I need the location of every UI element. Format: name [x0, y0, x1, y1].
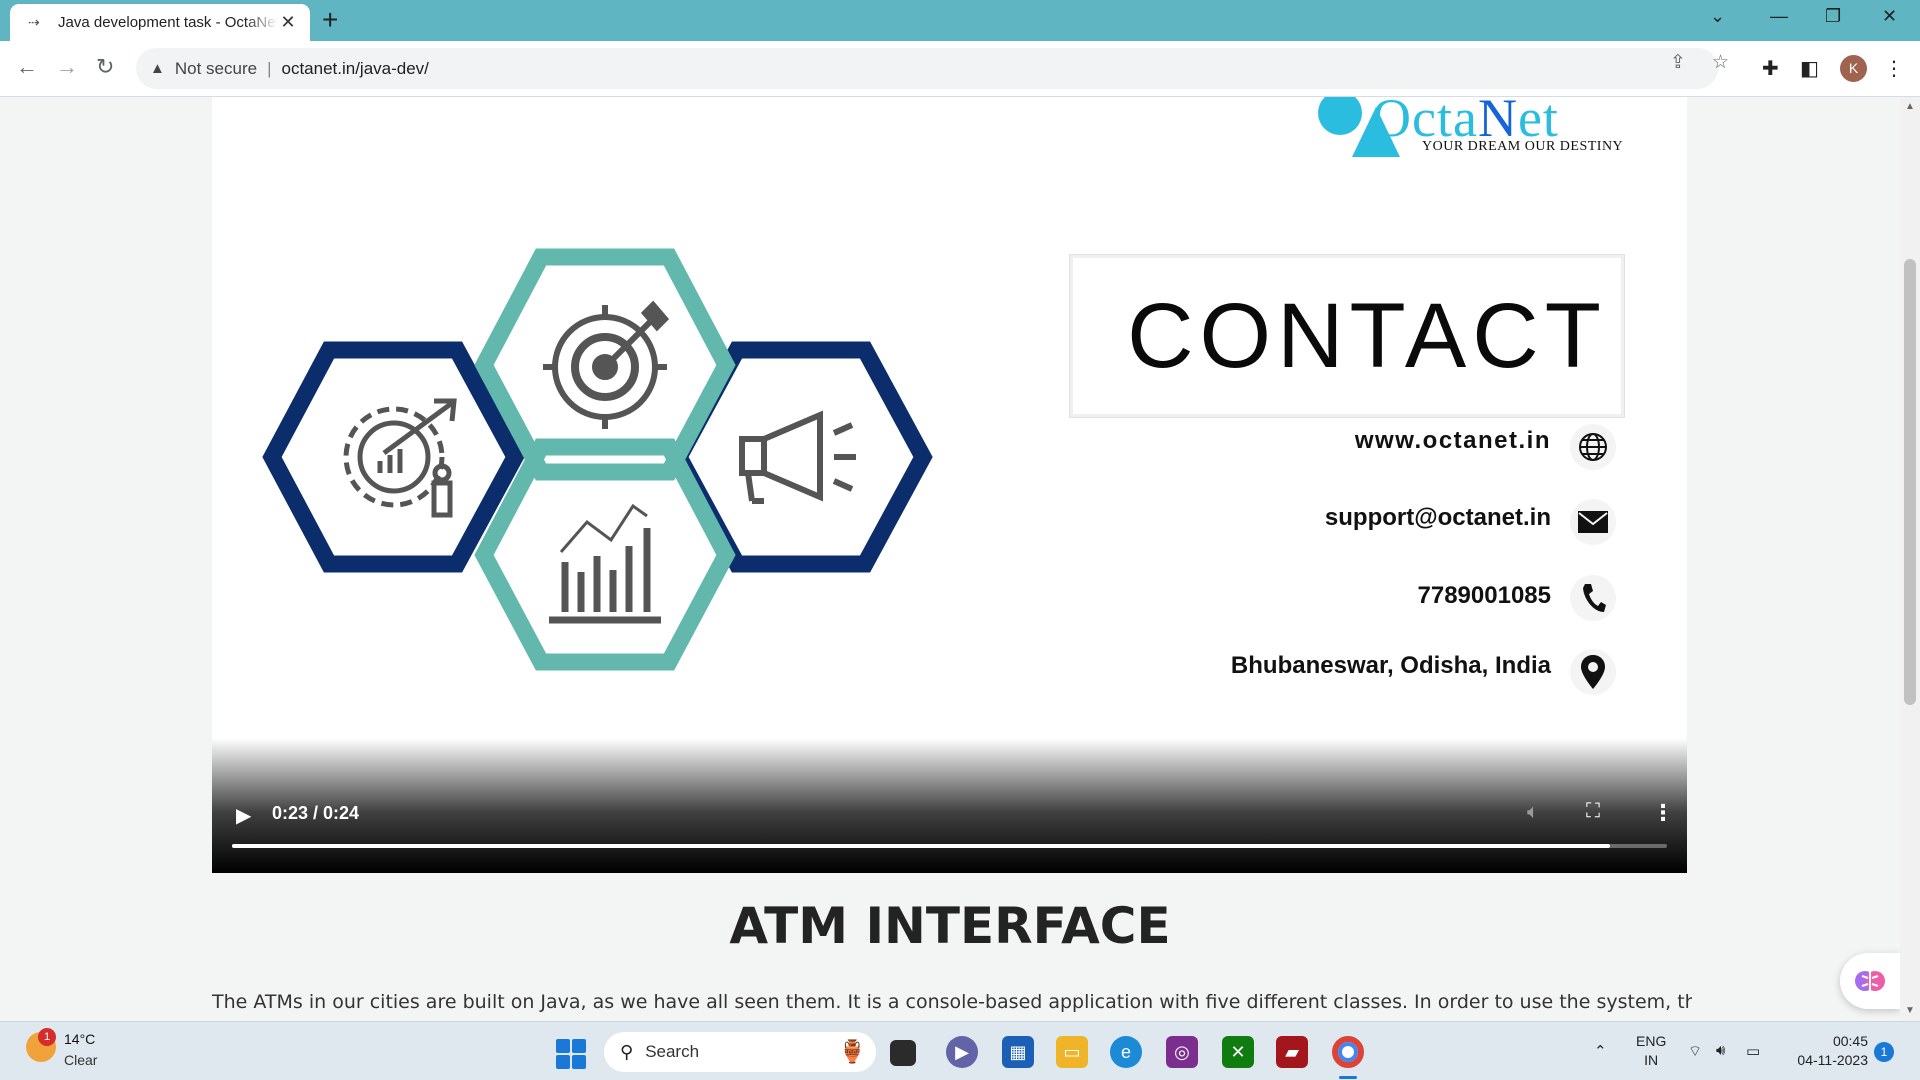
- brain-icon: [1855, 970, 1885, 992]
- browser-tab[interactable]: ⇢ Java development task - OctaNet ✕: [10, 4, 310, 41]
- notification-badge[interactable]: 1: [1874, 1042, 1894, 1062]
- video-controls-overlay: [212, 738, 1687, 873]
- scroll-thumb[interactable]: [1904, 259, 1916, 705]
- fullscreen-icon[interactable]: ⛶: [1586, 800, 1600, 823]
- hex-left: [262, 341, 525, 573]
- search-icon: ⚲: [620, 1041, 634, 1062]
- side-panel-icon[interactable]: ◧: [1800, 56, 1819, 81]
- target-icon: [543, 300, 670, 429]
- contact-website: www.octanet.in: [1354, 427, 1551, 454]
- start-button[interactable]: [556, 1039, 586, 1069]
- bookmark-star-icon[interactable]: ☆: [1712, 51, 1729, 74]
- clock-time: 00:45: [1832, 1033, 1868, 1049]
- browser-toolbar: ← → ↻ ▲ Not secure | octanet.in/java-dev…: [0, 41, 1920, 97]
- tab-bar: ⇢ Java development task - OctaNet ✕ + ⌄ …: [0, 0, 1920, 41]
- battery-icon[interactable]: ▭: [1746, 1042, 1760, 1060]
- contact-email: support@octanet.in: [1324, 504, 1551, 531]
- bar-chart-icon: [549, 503, 661, 624]
- video-player[interactable]: OctaNet YOUR DREAM OUR DESTINY CONTACT w…: [212, 97, 1687, 873]
- minimize-button[interactable]: —: [1770, 6, 1788, 27]
- clock-date: 04-11-2023: [1797, 1052, 1868, 1068]
- close-window-button[interactable]: ✕: [1882, 6, 1897, 27]
- taskbar-search[interactable]: ⚲ Search 🏺: [604, 1032, 876, 1072]
- article-heading: ATM INTERFACE: [729, 897, 1171, 955]
- speaker-icon[interactable]: 🔊︎: [1716, 1042, 1725, 1059]
- edge-icon[interactable]: e: [1110, 1036, 1142, 1068]
- warning-icon[interactable]: ▲: [150, 60, 165, 77]
- tab-close-icon[interactable]: ✕: [278, 12, 298, 33]
- video-progress-fill: [232, 844, 1610, 848]
- globe-icon: [1570, 424, 1616, 470]
- extensions-icon[interactable]: ✚: [1762, 56, 1779, 81]
- megaphone-icon: [739, 410, 856, 504]
- phone-icon: [1570, 575, 1616, 621]
- app-red-icon[interactable]: ▰: [1276, 1036, 1308, 1068]
- url-text[interactable]: octanet.in/java-dev/: [281, 59, 428, 79]
- growth-gear-icon: [343, 398, 457, 518]
- scroll-up-icon[interactable]: ▲: [1905, 101, 1915, 112]
- address-bar[interactable]: ▲ Not secure | octanet.in/java-dev/: [136, 48, 1718, 89]
- search-label: Search: [645, 1042, 700, 1061]
- store-icon[interactable]: ▦: [1002, 1036, 1034, 1068]
- system-clock[interactable]: 00:45 04-11-2023: [1784, 1032, 1868, 1070]
- contact-phone: 7789001085: [1417, 582, 1551, 609]
- chat-icon[interactable]: ▶: [946, 1036, 978, 1068]
- scroll-down-icon[interactable]: ▼: [1905, 1005, 1915, 1016]
- chrome-active-indicator: [1339, 1076, 1357, 1079]
- reload-button[interactable]: ↻: [96, 54, 114, 80]
- contact-title: CONTACT: [1127, 284, 1607, 387]
- weather-condition[interactable]: Clear: [64, 1052, 97, 1068]
- share-icon[interactable]: ⇪: [1670, 51, 1686, 74]
- weather-badge: 1: [38, 1028, 56, 1046]
- tab-favicon-icon: ⇢: [28, 14, 40, 30]
- page-scrollbar[interactable]: ▲ ▼: [1900, 97, 1920, 1021]
- article-body: The ATMs in our cities are built on Java…: [212, 991, 1692, 1013]
- tab-search-icon[interactable]: ⌄: [1710, 6, 1725, 27]
- security-label[interactable]: Not secure: [175, 59, 257, 79]
- page-content: OctaNet YOUR DREAM OUR DESTINY CONTACT w…: [0, 97, 1920, 1021]
- restore-button[interactable]: ❐: [1825, 6, 1841, 27]
- play-icon[interactable]: ▶: [236, 803, 251, 828]
- windows-taskbar: 1 14°C Clear ⚲ Search 🏺 ▶ ▦ ▭ e ◎ ✕ ▰ ⌃ …: [0, 1021, 1920, 1080]
- contact-box: CONTACT: [1069, 254, 1625, 418]
- search-highlight-icon: 🏺: [838, 1039, 866, 1064]
- location-pin-icon: [1570, 649, 1616, 695]
- tray-overflow-icon[interactable]: ⌃: [1594, 1042, 1607, 1060]
- mail-icon: [1570, 499, 1616, 545]
- video-more-icon[interactable]: ⋮: [1652, 800, 1674, 826]
- language-indicator[interactable]: ENG IN: [1636, 1032, 1666, 1070]
- ai-assistant-button[interactable]: [1840, 953, 1900, 1009]
- address-separator: |: [267, 58, 272, 78]
- video-progress-bar[interactable]: [232, 844, 1667, 848]
- menu-icon[interactable]: ⋮: [1884, 56, 1904, 81]
- tab-title: Java development task - OctaNet: [58, 14, 278, 31]
- volume-icon[interactable]: 🔈︎: [1527, 801, 1539, 824]
- task-view-icon[interactable]: [890, 1040, 916, 1066]
- logo-tagline: YOUR DREAM OUR DESTINY: [1422, 139, 1624, 154]
- new-tab-button[interactable]: +: [322, 6, 338, 34]
- app-purple-icon[interactable]: ◎: [1166, 1036, 1198, 1068]
- wifi-icon[interactable]: ⌔: [1688, 1042, 1702, 1061]
- xbox-icon[interactable]: ✕: [1222, 1036, 1254, 1068]
- forward-button[interactable]: →: [56, 54, 78, 80]
- file-explorer-icon[interactable]: ▭: [1056, 1036, 1088, 1068]
- video-time: 0:23 / 0:24: [272, 803, 360, 823]
- profile-avatar[interactable]: K: [1840, 55, 1867, 82]
- hexagon-graphic: [262, 248, 933, 671]
- contact-location: Bhubaneswar, Odisha, India: [1230, 652, 1551, 679]
- weather-temp[interactable]: 14°C: [64, 1031, 95, 1047]
- chrome-icon[interactable]: [1332, 1036, 1364, 1068]
- back-button[interactable]: ←: [16, 54, 38, 80]
